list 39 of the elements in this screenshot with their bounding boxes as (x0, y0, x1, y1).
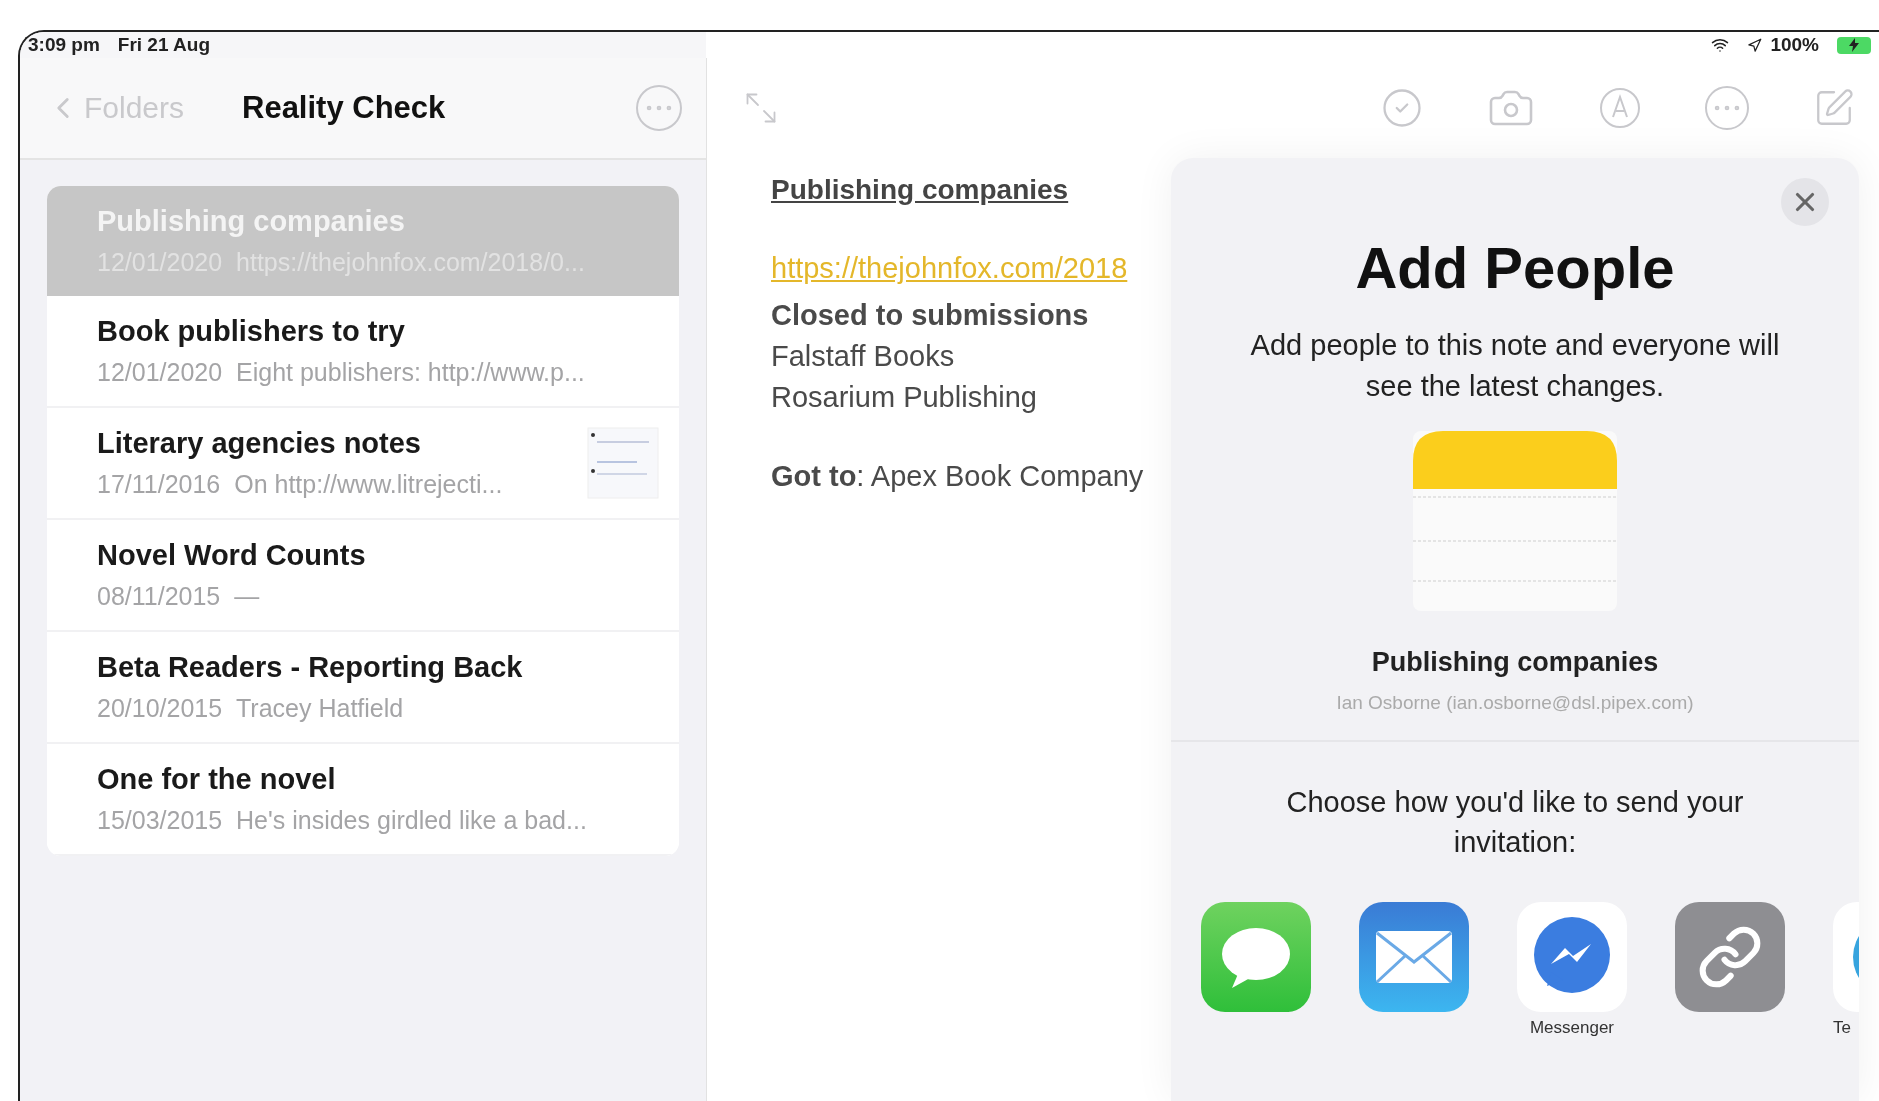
note-line: Rosarium Publishing (771, 381, 1037, 414)
battery-icon (1837, 36, 1871, 54)
wifi-icon (1711, 36, 1730, 54)
link-app-icon[interactable] (1675, 902, 1785, 1012)
shared-note-title: Publishing companies (1371, 647, 1659, 678)
note-preview: 08/11/2015 — (97, 582, 261, 611)
note-title: One for the novel (97, 763, 337, 796)
send-prompt: Choose how you'd like to send your invitation: (1285, 785, 1745, 860)
note-preview: 17/11/2016 On http://www.litrejecti... (97, 470, 504, 499)
note-heading: Publishing companies (771, 174, 1069, 206)
app-label: Te (1833, 1018, 1851, 1038)
note-title: Novel Word Counts (97, 539, 367, 572)
note-line: Closed to submissions (771, 299, 1089, 332)
note-icon (1413, 431, 1617, 611)
note-line: Falstaff Books (771, 340, 955, 373)
note-preview: 20/10/2015 Tracey Hatfield (97, 694, 405, 723)
more-icon[interactable] (1705, 86, 1749, 130)
note-title: Book publishers to try (97, 315, 406, 348)
note-title: Beta Readers - Reporting Back (97, 651, 524, 684)
close-button[interactable] (1781, 178, 1829, 226)
note-preview: 12/01/2020 Eight publishers: http://www.p... (97, 358, 586, 387)
location-icon (1747, 37, 1763, 53)
messages-app-icon[interactable] (1201, 902, 1311, 1012)
note-title: Literary agencies notes (97, 427, 422, 460)
note-preview: 15/03/2015 He's insides girdled like a bad... (97, 806, 588, 835)
checklist-icon[interactable] (1381, 87, 1423, 129)
note-line: Got to: Apex Book Company (771, 460, 1144, 493)
more-button[interactable] (636, 85, 682, 131)
mail-app-icon[interactable] (1359, 902, 1469, 1012)
messenger-app-icon[interactable] (1517, 902, 1627, 1012)
status-time: 3:09 pm (28, 34, 100, 56)
app-label: Messenger (1529, 1018, 1615, 1038)
markup-icon[interactable] (1599, 87, 1641, 129)
status-date: Fri 21 Aug (117, 34, 210, 56)
folder-title: Reality Check (242, 90, 447, 126)
sheet-title: Add People (1355, 234, 1675, 301)
sheet-description: Add people to this note and everyone will see the latest changes. (1249, 328, 1781, 404)
owner-text: Ian Osborne (ian.osborne@dsl.pipex.com) (1336, 692, 1694, 714)
battery-percentage: 100% (1770, 34, 1819, 56)
